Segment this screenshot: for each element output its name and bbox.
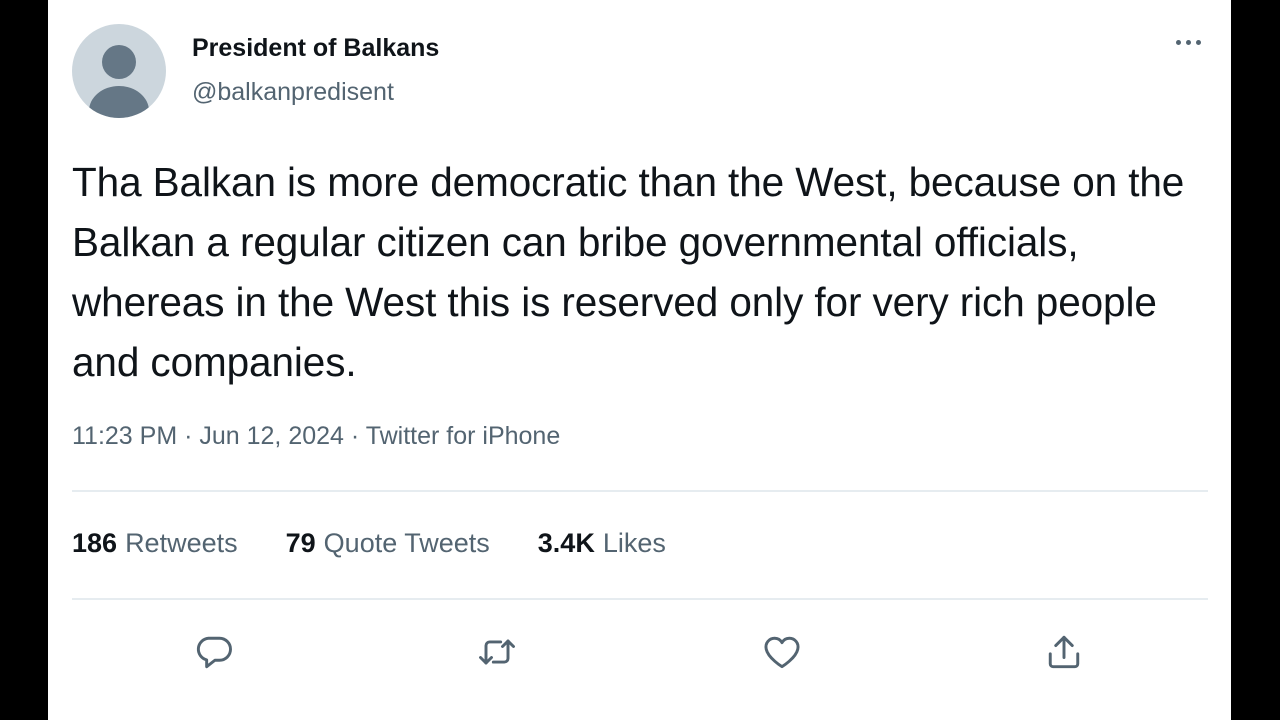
tweet-card: President of Balkans @balkanpredisent Th…	[48, 0, 1231, 720]
screenshot-frame: President of Balkans @balkanpredisent Th…	[0, 0, 1280, 720]
likes-stat[interactable]: 3.4K Likes	[538, 528, 666, 559]
tweet-timestamp[interactable]: 11:23 PM · Jun 12, 2024 · Twitter for iP…	[72, 422, 560, 451]
author-display-name[interactable]: President of Balkans	[192, 34, 439, 63]
author-handle[interactable]: @balkanpredisent	[192, 78, 394, 107]
divider	[72, 598, 1208, 600]
retweets-stat[interactable]: 186 Retweets	[72, 528, 238, 559]
quote-tweets-label: Quote Tweets	[323, 528, 490, 558]
avatar-head	[102, 45, 136, 79]
reply-icon[interactable]	[192, 630, 236, 674]
more-dot	[1195, 39, 1201, 45]
divider	[72, 490, 1208, 492]
retweet-icon[interactable]	[475, 630, 519, 674]
likes-label: Likes	[602, 528, 666, 558]
avatar[interactable]	[72, 24, 166, 118]
share-icon[interactable]	[1042, 630, 1086, 674]
more-dot	[1185, 39, 1191, 45]
engagement-stats: 186 Retweets 79 Quote Tweets 3.4K Likes	[72, 528, 714, 559]
more-options-icon[interactable]	[1168, 30, 1208, 54]
quote-tweets-stat[interactable]: 79 Quote Tweets	[286, 528, 490, 559]
more-dot	[1175, 39, 1181, 45]
tweet-text: Tha Balkan is more democratic than the W…	[72, 159, 1185, 385]
retweets-count: 186	[72, 528, 118, 558]
avatar-body	[89, 86, 149, 118]
quote-tweets-count: 79	[285, 528, 316, 558]
like-icon[interactable]	[760, 630, 804, 674]
retweets-label: Retweets	[125, 528, 238, 558]
likes-count: 3.4K	[537, 528, 595, 558]
